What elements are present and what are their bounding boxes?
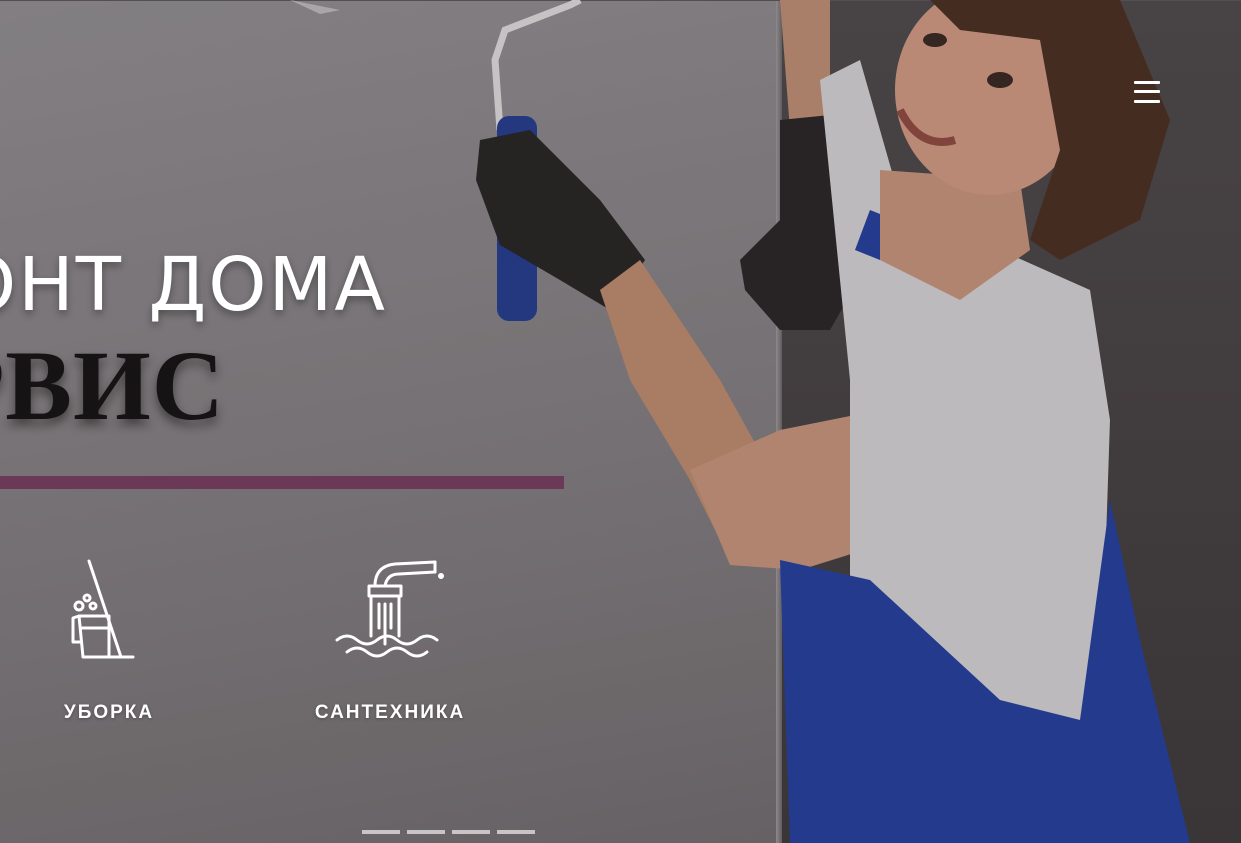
slider-dot[interactable] [497,830,535,834]
service-cleaning[interactable]: УБОРКА [48,556,170,724]
hamburger-line [1134,100,1160,103]
hamburger-line [1134,90,1160,93]
hero-section: ОНТ ДОМА РВИС УБОРКА [0,0,1241,843]
slider-dot[interactable] [362,830,400,834]
slider-dot[interactable] [407,830,445,834]
service-plumbing[interactable]: САНТЕХНИКА [300,556,480,724]
hero-title: ОНТ ДОМА [0,242,387,328]
broom-bucket-icon [71,559,135,659]
hero-subtitle: РВИС [0,330,225,441]
accent-divider [0,476,564,489]
slider-pagination [362,830,535,836]
hamburger-line [1134,81,1160,84]
slider-dot[interactable] [452,830,490,834]
service-cleaning-label: УБОРКА [63,702,155,723]
service-plumbing-label: САНТЕХНИКА [314,702,466,723]
faucet-water-icon [335,560,444,658]
hamburger-menu-icon[interactable] [1131,80,1161,106]
